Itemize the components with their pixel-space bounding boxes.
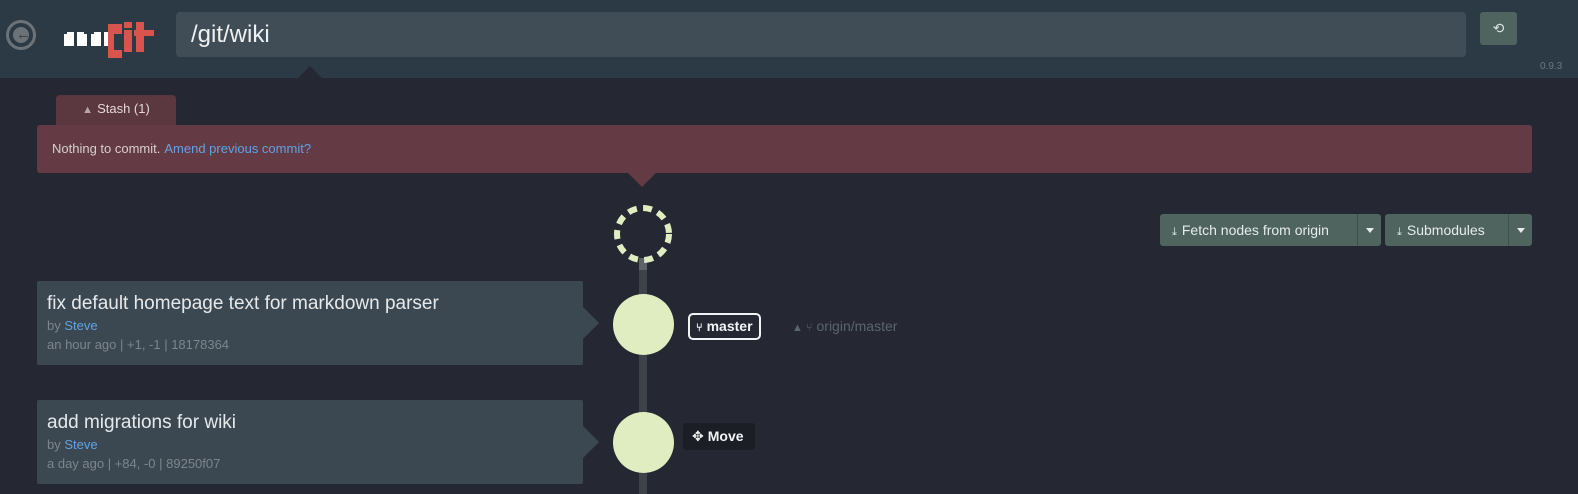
branch-icon: ⑂ xyxy=(696,322,703,334)
move-label: Move xyxy=(707,428,744,444)
commit-title: fix default homepage text for markdown p… xyxy=(47,293,439,314)
top-bar: ← ⟲ 0.9.3 xyxy=(0,0,1578,79)
fetch-label: Fetch nodes from origin xyxy=(1181,222,1329,238)
stash-label: Stash (1) xyxy=(97,101,150,116)
commit-author-line: by Steve xyxy=(47,437,573,453)
commit-card[interactable]: add migrations for wiki by Steve a day a… xyxy=(37,400,599,484)
remote-branch-name: origin/master xyxy=(816,318,898,334)
version-label: 0.9.3 xyxy=(1540,61,1563,72)
chevron-up-icon: ▲ xyxy=(82,104,94,116)
amend-link[interactable]: Amend previous commit? xyxy=(164,141,311,156)
branch-name: master xyxy=(706,318,753,334)
move-button[interactable]: ✥ Move xyxy=(683,423,755,450)
staging-status-banner: Nothing to commit. Amend previous commit? xyxy=(37,125,1532,173)
branch-ref-master[interactable]: ⑂ master xyxy=(688,313,761,340)
arrow-left-icon: ← xyxy=(16,26,31,43)
commit-author-line: by Steve xyxy=(47,318,573,334)
commit-meta: an hour ago | +1, -1 | 18178364 xyxy=(47,337,230,352)
author-link[interactable]: Steve xyxy=(64,437,97,452)
new-commit-node[interactable] xyxy=(613,204,673,264)
repo-path-input[interactable] xyxy=(176,12,1466,57)
refresh-icon: ⟲ xyxy=(1492,20,1505,36)
back-button[interactable]: ← xyxy=(6,20,36,50)
commit-node[interactable] xyxy=(613,412,674,473)
submodules-dropdown-toggle[interactable] xyxy=(1508,214,1532,246)
download-icon: ⤓ xyxy=(1172,226,1177,238)
ungit-logo[interactable] xyxy=(64,20,156,60)
commit-title: add migrations for wiki xyxy=(47,412,237,433)
submodules-label: Submodules xyxy=(1406,222,1485,238)
path-input-pointer xyxy=(297,66,323,79)
download-icon: ⤓ xyxy=(1397,226,1402,238)
commit-node[interactable] xyxy=(613,294,674,355)
branch-icon: ⑂ xyxy=(805,322,813,334)
by-label: by xyxy=(47,437,61,452)
status-message: Nothing to commit. xyxy=(52,141,161,156)
submodules-button-group: ⤓ Submodules xyxy=(1385,214,1532,246)
remote-ref-origin-master[interactable]: ▲ ⑂ origin/master xyxy=(792,318,897,336)
move-icon: ✥ xyxy=(692,428,704,444)
status-banner-pointer xyxy=(628,173,656,187)
refresh-button[interactable]: ⟲ xyxy=(1480,12,1517,45)
fetch-button[interactable]: ⤓ Fetch nodes from origin xyxy=(1160,214,1357,246)
author-link[interactable]: Steve xyxy=(64,318,97,333)
commit-meta: a day ago | +84, -0 | 89250f07 xyxy=(47,456,221,471)
fetch-button-group: ⤓ Fetch nodes from origin xyxy=(1160,214,1381,246)
commit-card[interactable]: fix default homepage text for markdown p… xyxy=(37,281,599,365)
warning-icon: ▲ xyxy=(792,322,803,334)
fetch-dropdown-toggle[interactable] xyxy=(1357,214,1381,246)
stash-toggle[interactable]: ▲ Stash (1) xyxy=(56,95,176,125)
by-label: by xyxy=(47,318,61,333)
submodules-button[interactable]: ⤓ Submodules xyxy=(1385,214,1508,246)
